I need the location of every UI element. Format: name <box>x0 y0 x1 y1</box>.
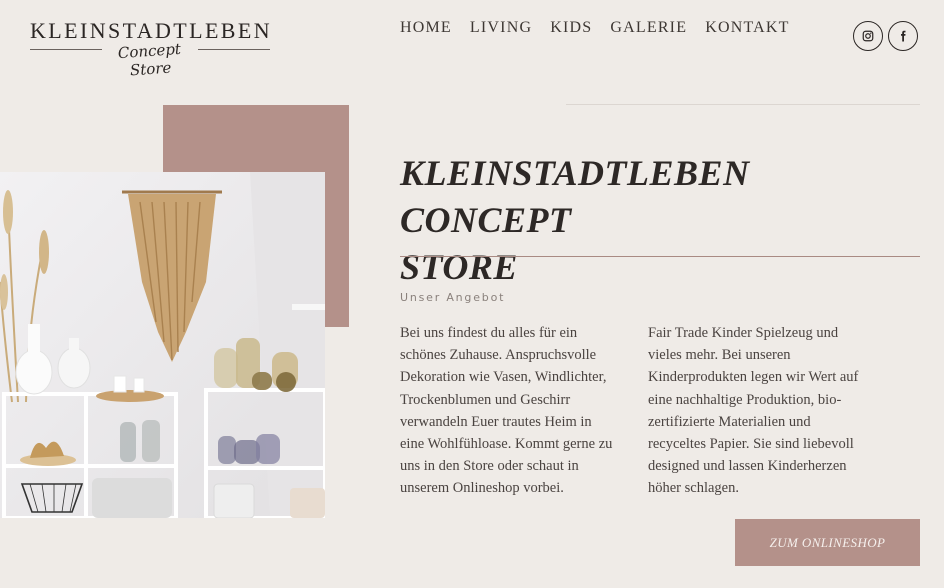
page-title-line1: KLEINSTADTLEBEN CONCEPT <box>400 153 750 240</box>
nav-item-kids[interactable]: KIDS <box>550 19 592 37</box>
nav-item-home[interactable]: HOME <box>400 19 452 37</box>
logo-rule-left <box>30 49 102 50</box>
instagram-icon <box>862 30 874 42</box>
nav-item-kontakt[interactable]: KONTAKT <box>705 19 789 37</box>
facebook-button[interactable] <box>888 21 918 51</box>
nav-item-galerie[interactable]: GALERIE <box>610 19 687 37</box>
main-nav: HOME LIVING KIDS GALERIE KONTAKT <box>400 19 808 37</box>
store-interior-image <box>0 172 325 518</box>
offer-text-home: Bei uns findest du alles für ein schönes… <box>400 325 613 497</box>
offer-text-kids: Fair Trade Kinder Spielzeug und vieles m… <box>648 325 859 497</box>
nav-item-living[interactable]: LIVING <box>470 19 532 37</box>
brand-logo[interactable]: KLEINSTADTLEBEN Concept Store <box>30 18 272 79</box>
brand-subtitle: Concept Store <box>117 39 182 80</box>
section-kicker: Unser Angebot <box>400 291 506 304</box>
heading-divider <box>400 256 920 257</box>
onlineshop-button[interactable]: ZUM ONLINESHOP <box>735 519 920 566</box>
store-photo <box>0 172 325 518</box>
decorative-line <box>566 104 920 105</box>
page-title: KLEINSTADTLEBEN CONCEPT STORE <box>400 150 920 291</box>
facebook-icon <box>901 30 906 42</box>
instagram-button[interactable] <box>853 21 883 51</box>
page-title-line2: STORE <box>400 247 518 287</box>
brand-title: KLEINSTADTLEBEN <box>30 18 272 43</box>
logo-rule-right <box>198 49 270 50</box>
